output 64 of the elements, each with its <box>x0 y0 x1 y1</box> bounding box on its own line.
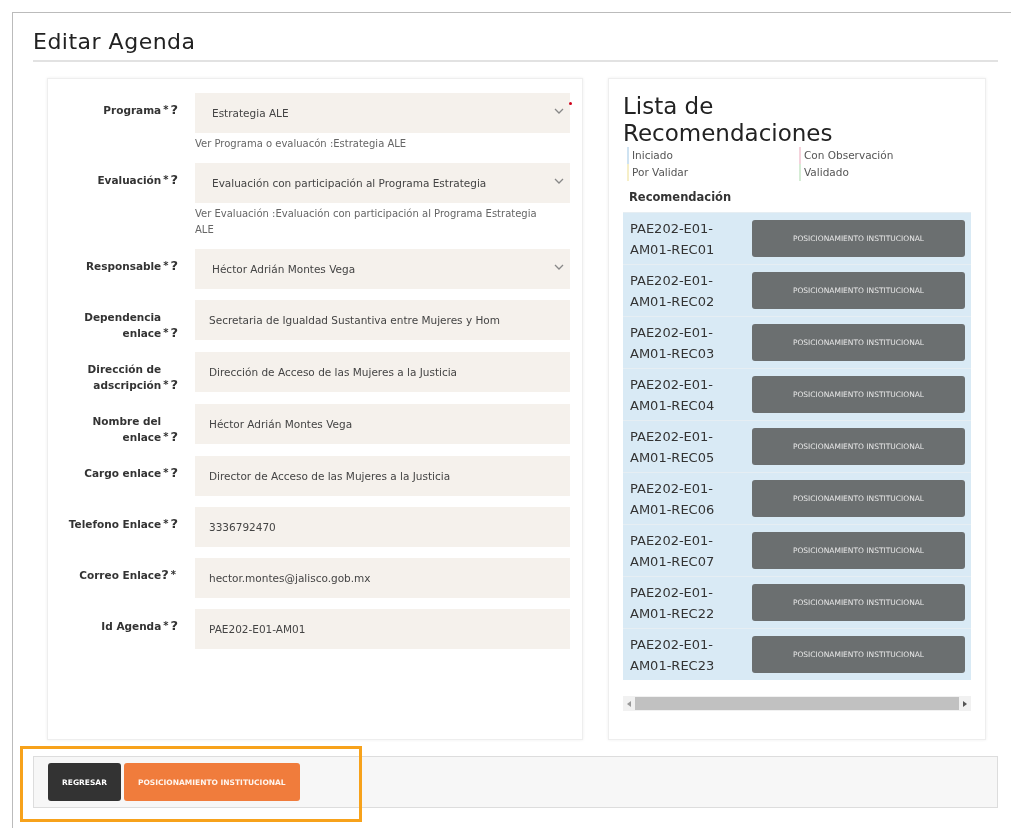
help-mark[interactable]: ? <box>170 258 178 274</box>
required-mark: * <box>163 466 169 480</box>
required-mark: * <box>163 259 169 273</box>
help-mark[interactable]: ? <box>170 429 178 445</box>
legend-item: Por Validar <box>627 164 689 181</box>
scroll-left-icon[interactable] <box>627 700 631 707</box>
recommendation-code: PAE202-E01-AM01-REC02 <box>630 271 716 311</box>
required-mark: * <box>163 326 169 340</box>
field-note: Ver Evaluación :Evaluación con participación al Programa Estrategia ALE <box>195 207 538 237</box>
input-field[interactable]: Dirección de Acceso de las Mujeres a la Justicia <box>195 352 570 392</box>
input-field[interactable]: 3336792470 <box>195 507 570 547</box>
field-label: Dependencia enlace <box>83 310 162 341</box>
recommendation-code: PAE202-E01-AM01-REC03 <box>630 323 716 363</box>
required-mark: * <box>163 619 169 633</box>
help-mark[interactable]: ? <box>170 102 178 118</box>
required-mark: * <box>163 378 169 392</box>
input-field[interactable]: Héctor Adrián Montes Vega <box>195 404 570 444</box>
required-mark: * <box>163 430 169 444</box>
field-label: Programa <box>103 103 162 118</box>
recommendation-code: PAE202-E01-AM01-REC01 <box>630 219 716 259</box>
input-field[interactable]: PAE202-E01-AM01 <box>195 609 570 649</box>
recommendation-code: PAE202-E01-AM01-REC04 <box>630 375 716 415</box>
help-mark[interactable]: ? <box>170 465 178 481</box>
column-header: Recomendación <box>629 190 733 204</box>
field-label: Cargo enlace <box>84 466 162 481</box>
help-mark[interactable]: ? <box>170 172 178 188</box>
legend-item: Con Observación <box>799 147 894 164</box>
chevron-down-icon <box>554 264 564 271</box>
help-mark[interactable]: ? <box>170 325 178 341</box>
card-title: Lista de Recomendaciones <box>623 93 834 147</box>
help-mark[interactable]: ? <box>161 567 169 583</box>
required-mark: * <box>170 568 176 582</box>
input-field[interactable]: Director de Acceso de las Mujeres a la Justicia <box>195 456 570 496</box>
field-label: Nombre del enlace <box>91 414 162 445</box>
horizontal-scrollbar[interactable] <box>623 696 971 711</box>
input-field[interactable]: hector.montes@jalisco.gob.mx <box>195 558 570 598</box>
recommendation-code: PAE202-E01-AM01-REC07 <box>630 531 716 571</box>
field-label: Correo Enlace <box>79 568 162 583</box>
field-note: Ver Programa o evaluacón :Estrategia ALE <box>195 137 408 151</box>
help-mark[interactable]: ? <box>170 516 178 532</box>
required-mark: * <box>163 173 169 187</box>
chevron-down-icon <box>554 108 564 115</box>
scroll-right-icon[interactable] <box>963 700 967 707</box>
page-title: Editar Agenda <box>32 28 197 56</box>
help-mark[interactable]: ? <box>170 377 178 393</box>
legend-item: Validado <box>799 164 849 181</box>
recommendation-code: PAE202-E01-AM01-REC22 <box>630 583 716 623</box>
legend-item: Iniciado <box>627 147 673 164</box>
field-label: Evaluación <box>97 173 162 188</box>
chevron-down-icon <box>554 178 564 185</box>
field-label: Responsable <box>86 259 162 274</box>
select-field[interactable]: Estrategia ALE <box>195 93 570 133</box>
required-mark: * <box>163 103 169 117</box>
recommendation-code: PAE202-E01-AM01-REC23 <box>630 635 716 675</box>
required-mark: * <box>163 517 169 531</box>
field-label: Id Agenda <box>101 619 162 634</box>
recommendation-code: PAE202-E01-AM01-REC06 <box>630 479 716 519</box>
help-mark[interactable]: ? <box>170 618 178 634</box>
recommendation-code: PAE202-E01-AM01-REC05 <box>630 427 716 467</box>
field-label: Telefono Enlace <box>68 517 162 532</box>
select-field[interactable]: Evaluación con participación al Programa Estrategia <box>195 163 570 203</box>
field-label: Dirección de adscripción <box>86 362 162 393</box>
select-field[interactable]: Héctor Adrián Montes Vega <box>195 249 570 289</box>
input-field[interactable]: Secretaria de Igualdad Sustantiva entre Mujeres y Hom <box>195 300 570 340</box>
